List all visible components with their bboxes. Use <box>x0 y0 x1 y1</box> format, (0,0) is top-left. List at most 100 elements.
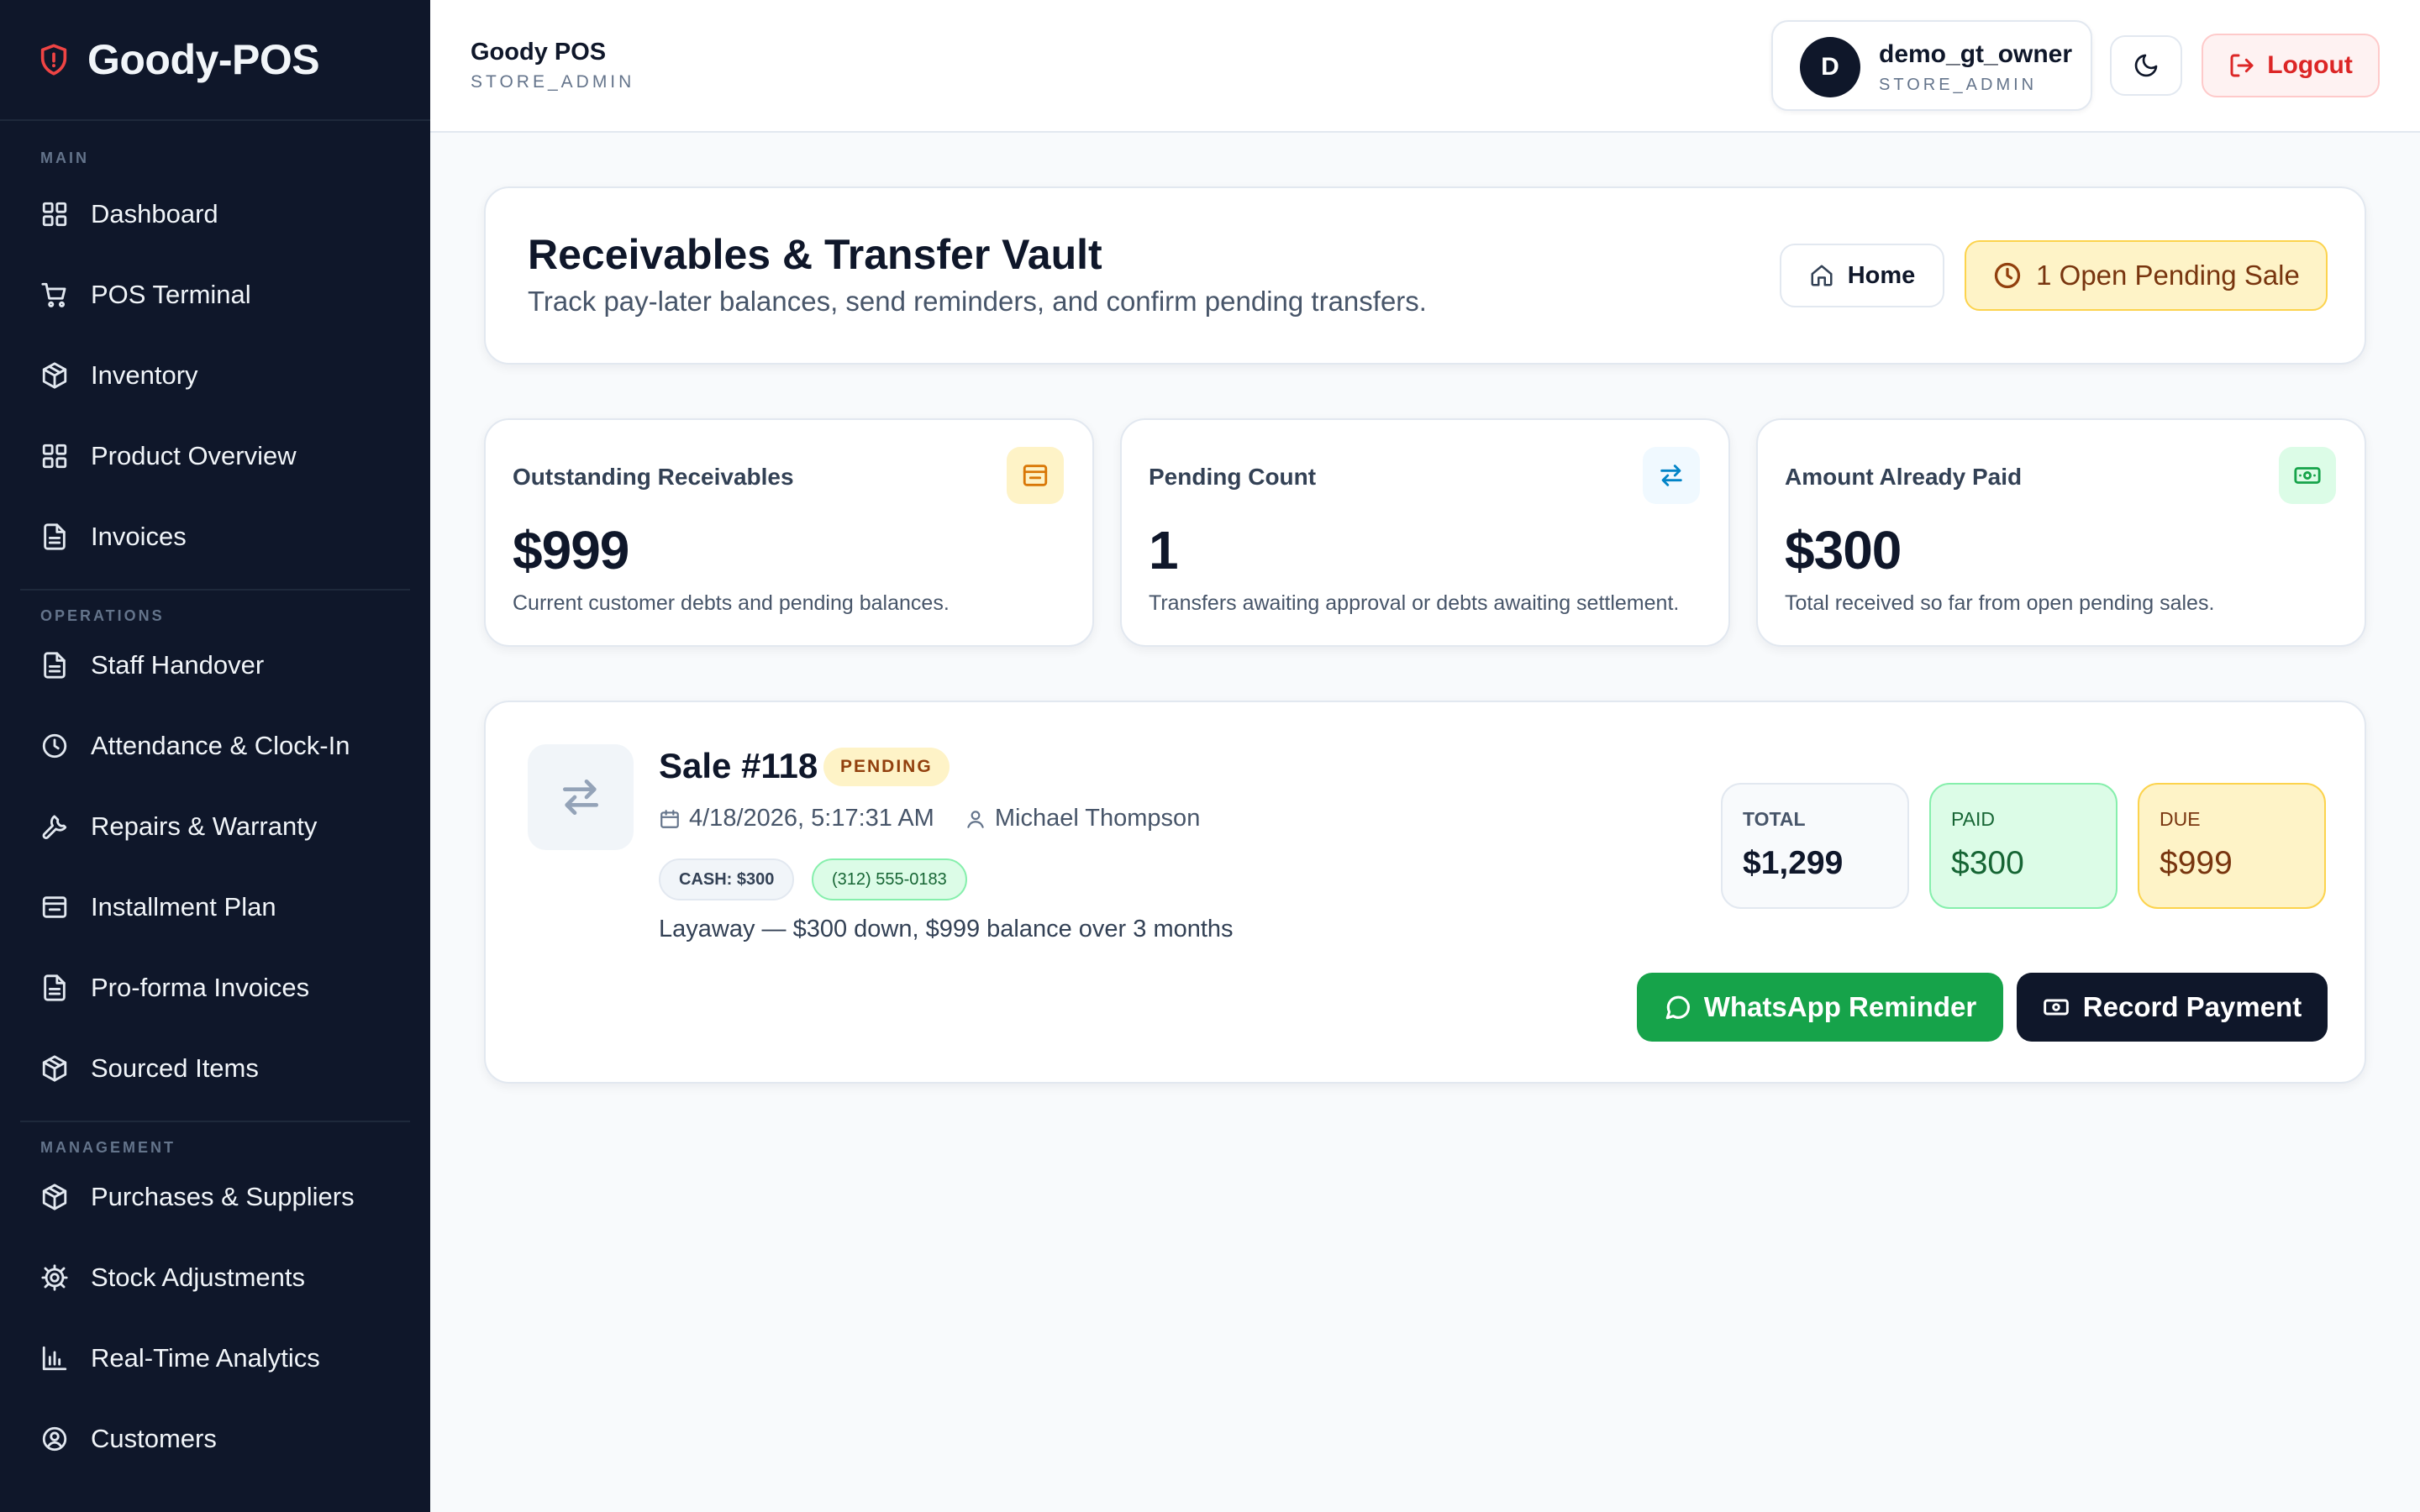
sidebar-item-label: Attendance & Clock-In <box>91 731 350 760</box>
sidebar-item-label: Staff Handover <box>91 650 265 680</box>
sidebar: Goody-POS MAIN Dashboard POS Terminal In… <box>0 0 430 1512</box>
grid-icon <box>40 200 69 228</box>
sidebar-item-staff-handover[interactable]: Staff Handover <box>0 625 430 706</box>
sidebar-section-title-main: MAIN <box>40 150 89 166</box>
clock-icon <box>40 732 69 760</box>
sidebar-item-dashboard[interactable]: Dashboard <box>0 174 430 255</box>
page-title: Receivables & Transfer Vault <box>528 231 1102 278</box>
paid-value: $300 <box>1951 845 2024 881</box>
sidebar-item-label: Inventory <box>91 360 198 390</box>
stat-label: Amount Already Paid <box>1785 464 2023 490</box>
stat-card-outstanding: Outstanding Receivables $999 Current cus… <box>484 418 1094 647</box>
home-icon <box>1809 263 1848 288</box>
stat-card-amount-paid: Amount Already Paid $300 Total received … <box>1756 418 2366 647</box>
sidebar-item-label: Repairs & Warranty <box>91 811 318 841</box>
sale-datetime: 4/18/2026, 5:17:31 AM <box>689 805 934 832</box>
sidebar-item-purchases-suppliers[interactable]: Purchases & Suppliers <box>0 1157 430 1237</box>
sidebar-item-repairs[interactable]: Repairs & Warranty <box>0 786 430 867</box>
gear-icon <box>40 1263 69 1292</box>
stat-value: $300 <box>1785 520 1902 580</box>
user-menu[interactable]: D demo_gt_owner STORE_ADMIN <box>1771 20 2092 111</box>
theme-toggle-button[interactable] <box>2110 35 2182 96</box>
phone-chip[interactable]: (312) 555-0183 <box>812 858 967 900</box>
total-value: $1,299 <box>1743 845 1844 881</box>
wrench-icon <box>40 812 69 841</box>
sidebar-item-label: Purchases & Suppliers <box>91 1182 355 1211</box>
logout-label: Logout <box>2267 51 2353 79</box>
moon-icon <box>2133 52 2160 79</box>
sidebar-section-title-management: MANAGEMENT <box>40 1139 176 1156</box>
stat-label: Outstanding Receivables <box>513 464 794 490</box>
sidebar-item-proforma-invoices[interactable]: Pro-forma Invoices <box>0 948 430 1028</box>
document-icon <box>40 522 69 551</box>
stat-label: Pending Count <box>1149 464 1317 490</box>
avatar: D <box>1800 37 1860 97</box>
stat-value: $999 <box>513 520 629 580</box>
record-payment-button[interactable]: Record Payment <box>2017 973 2328 1042</box>
user-role: STORE_ADMIN <box>1879 76 2038 94</box>
stat-value: 1 <box>1149 520 1179 580</box>
document-icon <box>40 651 69 680</box>
sidebar-item-installment-plan[interactable]: Installment Plan <box>0 867 430 948</box>
home-label: Home <box>1847 261 1916 289</box>
user-circle-icon <box>40 1425 69 1453</box>
archive-icon <box>40 893 69 921</box>
whatsapp-reminder-button[interactable]: WhatsApp Reminder <box>1637 973 2003 1042</box>
stat-card-pending-count: Pending Count 1 Transfers awaiting appro… <box>1120 418 1730 647</box>
sidebar-item-sourced-items[interactable]: Sourced Items <box>0 1028 430 1109</box>
paid-amount-box: PAID $300 <box>1929 783 2118 909</box>
bar-chart-icon <box>40 1344 69 1373</box>
sale-note: Layaway — $300 down, $999 balance over 3… <box>659 916 1234 942</box>
sale-customer: Michael Thompson <box>965 805 1200 832</box>
sidebar-item-inventory[interactable]: Inventory <box>0 335 430 416</box>
pending-sale-card: Sale #118 PENDING 4/18/2026, 5:17:31 AM … <box>484 701 2366 1084</box>
store-name: Goody POS <box>471 39 607 66</box>
stat-description: Total received so far from open pending … <box>1785 591 2215 615</box>
chat-bubble-icon <box>1664 993 1704 1021</box>
sidebar-item-stock-adjustments[interactable]: Stock Adjustments <box>0 1237 430 1318</box>
calendar-icon <box>659 808 689 830</box>
sidebar-item-analytics[interactable]: Real-Time Analytics <box>0 1318 430 1399</box>
cart-icon <box>40 281 69 309</box>
payment-chip: CASH: $300 <box>659 858 795 900</box>
stat-description: Transfers awaiting approval or debts awa… <box>1149 591 1680 615</box>
brand-name: Goody-POS <box>87 36 320 83</box>
transfer-arrows-icon <box>528 744 634 850</box>
logout-button[interactable]: Logout <box>2202 34 2380 97</box>
user-icon <box>965 808 995 830</box>
paid-label: PAID <box>1951 808 1995 830</box>
banknote-icon <box>2043 994 2083 1021</box>
document-icon <box>40 974 69 1002</box>
sidebar-item-invoices[interactable]: Invoices <box>0 496 430 577</box>
page-subtitle: Track pay-later balances, send reminders… <box>528 286 1427 317</box>
sidebar-item-label: Stock Adjustments <box>91 1263 306 1292</box>
sidebar-item-label: Dashboard <box>91 199 218 228</box>
total-amount-box: TOTAL $1,299 <box>1721 783 1909 909</box>
brand[interactable]: Goody-POS <box>0 0 430 121</box>
box-icon <box>40 1183 69 1211</box>
sidebar-item-customers[interactable]: Customers <box>0 1399 430 1479</box>
home-button[interactable]: Home <box>1780 244 1944 307</box>
clock-icon <box>1992 260 2036 291</box>
wallet-icon <box>1007 447 1064 504</box>
page-header-card: Receivables & Transfer Vault Track pay-l… <box>484 186 2366 365</box>
sidebar-item-label: Sourced Items <box>91 1053 259 1083</box>
sidebar-item-label: Installment Plan <box>91 892 276 921</box>
store-role: STORE_ADMIN <box>471 72 635 92</box>
open-pending-sales-button[interactable]: 1 Open Pending Sale <box>1965 240 2328 311</box>
record-label: Record Payment <box>2082 991 2302 1022</box>
topbar: Goody POS STORE_ADMIN D demo_gt_owner ST… <box>430 0 2420 133</box>
sidebar-item-label: Customers <box>91 1424 217 1453</box>
sidebar-item-attendance[interactable]: Attendance & Clock-In <box>0 706 430 786</box>
banknote-icon <box>2279 447 2336 504</box>
stat-description: Current customer debts and pending balan… <box>513 591 950 615</box>
sidebar-item-pos-terminal[interactable]: POS Terminal <box>0 255 430 335</box>
status-badge: PENDING <box>823 748 950 786</box>
due-value: $999 <box>2160 845 2233 881</box>
sidebar-item-label: POS Terminal <box>91 280 251 309</box>
sidebar-item-product-overview[interactable]: Product Overview <box>0 416 430 496</box>
sidebar-item-label: Pro-forma Invoices <box>91 973 310 1002</box>
sale-title: Sale #118 <box>659 746 818 785</box>
sidebar-item-label: Invoices <box>91 522 187 551</box>
user-name: demo_gt_owner <box>1879 40 2073 68</box>
